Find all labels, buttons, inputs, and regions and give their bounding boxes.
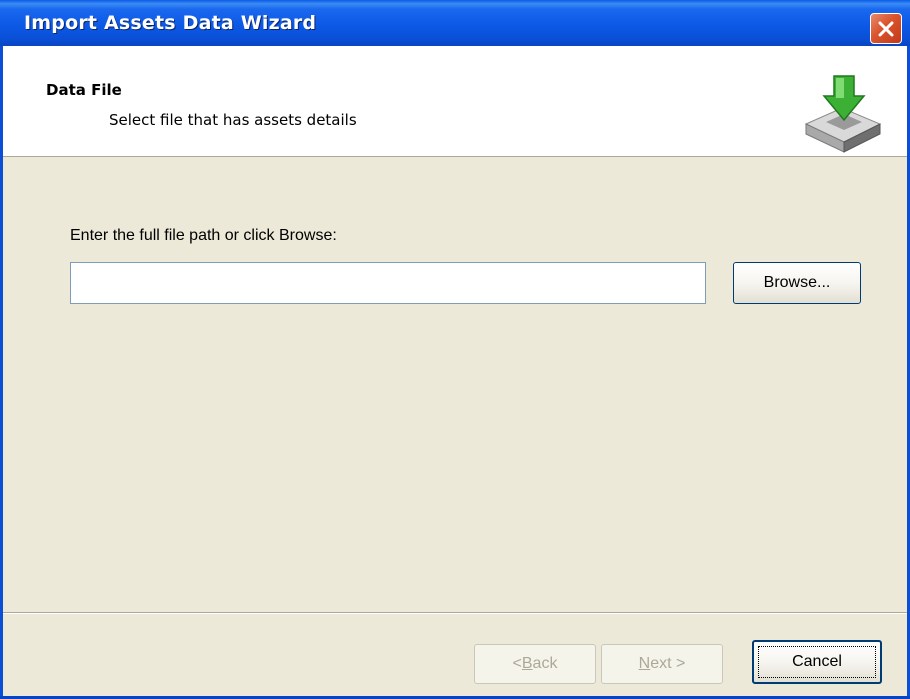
footer-separator: [3, 612, 907, 614]
next-button[interactable]: Next >: [601, 644, 723, 684]
import-tray-arrow-icon: [804, 75, 882, 153]
browse-button[interactable]: Browse...: [733, 262, 861, 304]
wizard-client-area: Data File Select file that has assets de…: [3, 46, 907, 696]
back-prefix: <: [512, 655, 522, 672]
close-button[interactable]: [870, 13, 902, 44]
page-subtitle: Select file that has assets details: [109, 111, 357, 129]
close-icon: [878, 21, 894, 36]
file-path-input[interactable]: [70, 262, 706, 304]
next-label-rest: ext >: [650, 655, 686, 672]
page-title: Data File: [46, 81, 122, 99]
window-title: Import Assets Data Wizard: [24, 12, 317, 34]
back-access-key: B: [521, 655, 533, 672]
file-path-label: Enter the full file path or click Browse…: [70, 227, 337, 244]
title-bar[interactable]: Import Assets Data Wizard: [0, 0, 910, 46]
focus-rectangle: [758, 646, 876, 678]
next-access-key: N: [638, 655, 651, 672]
wizard-header: Data File Select file that has assets de…: [3, 46, 907, 157]
back-label-rest: ack: [532, 655, 558, 672]
wizard-window: Import Assets Data Wizard Data File Sele…: [0, 0, 910, 699]
cancel-button[interactable]: Cancel: [752, 640, 882, 684]
back-button[interactable]: < Back: [474, 644, 596, 684]
